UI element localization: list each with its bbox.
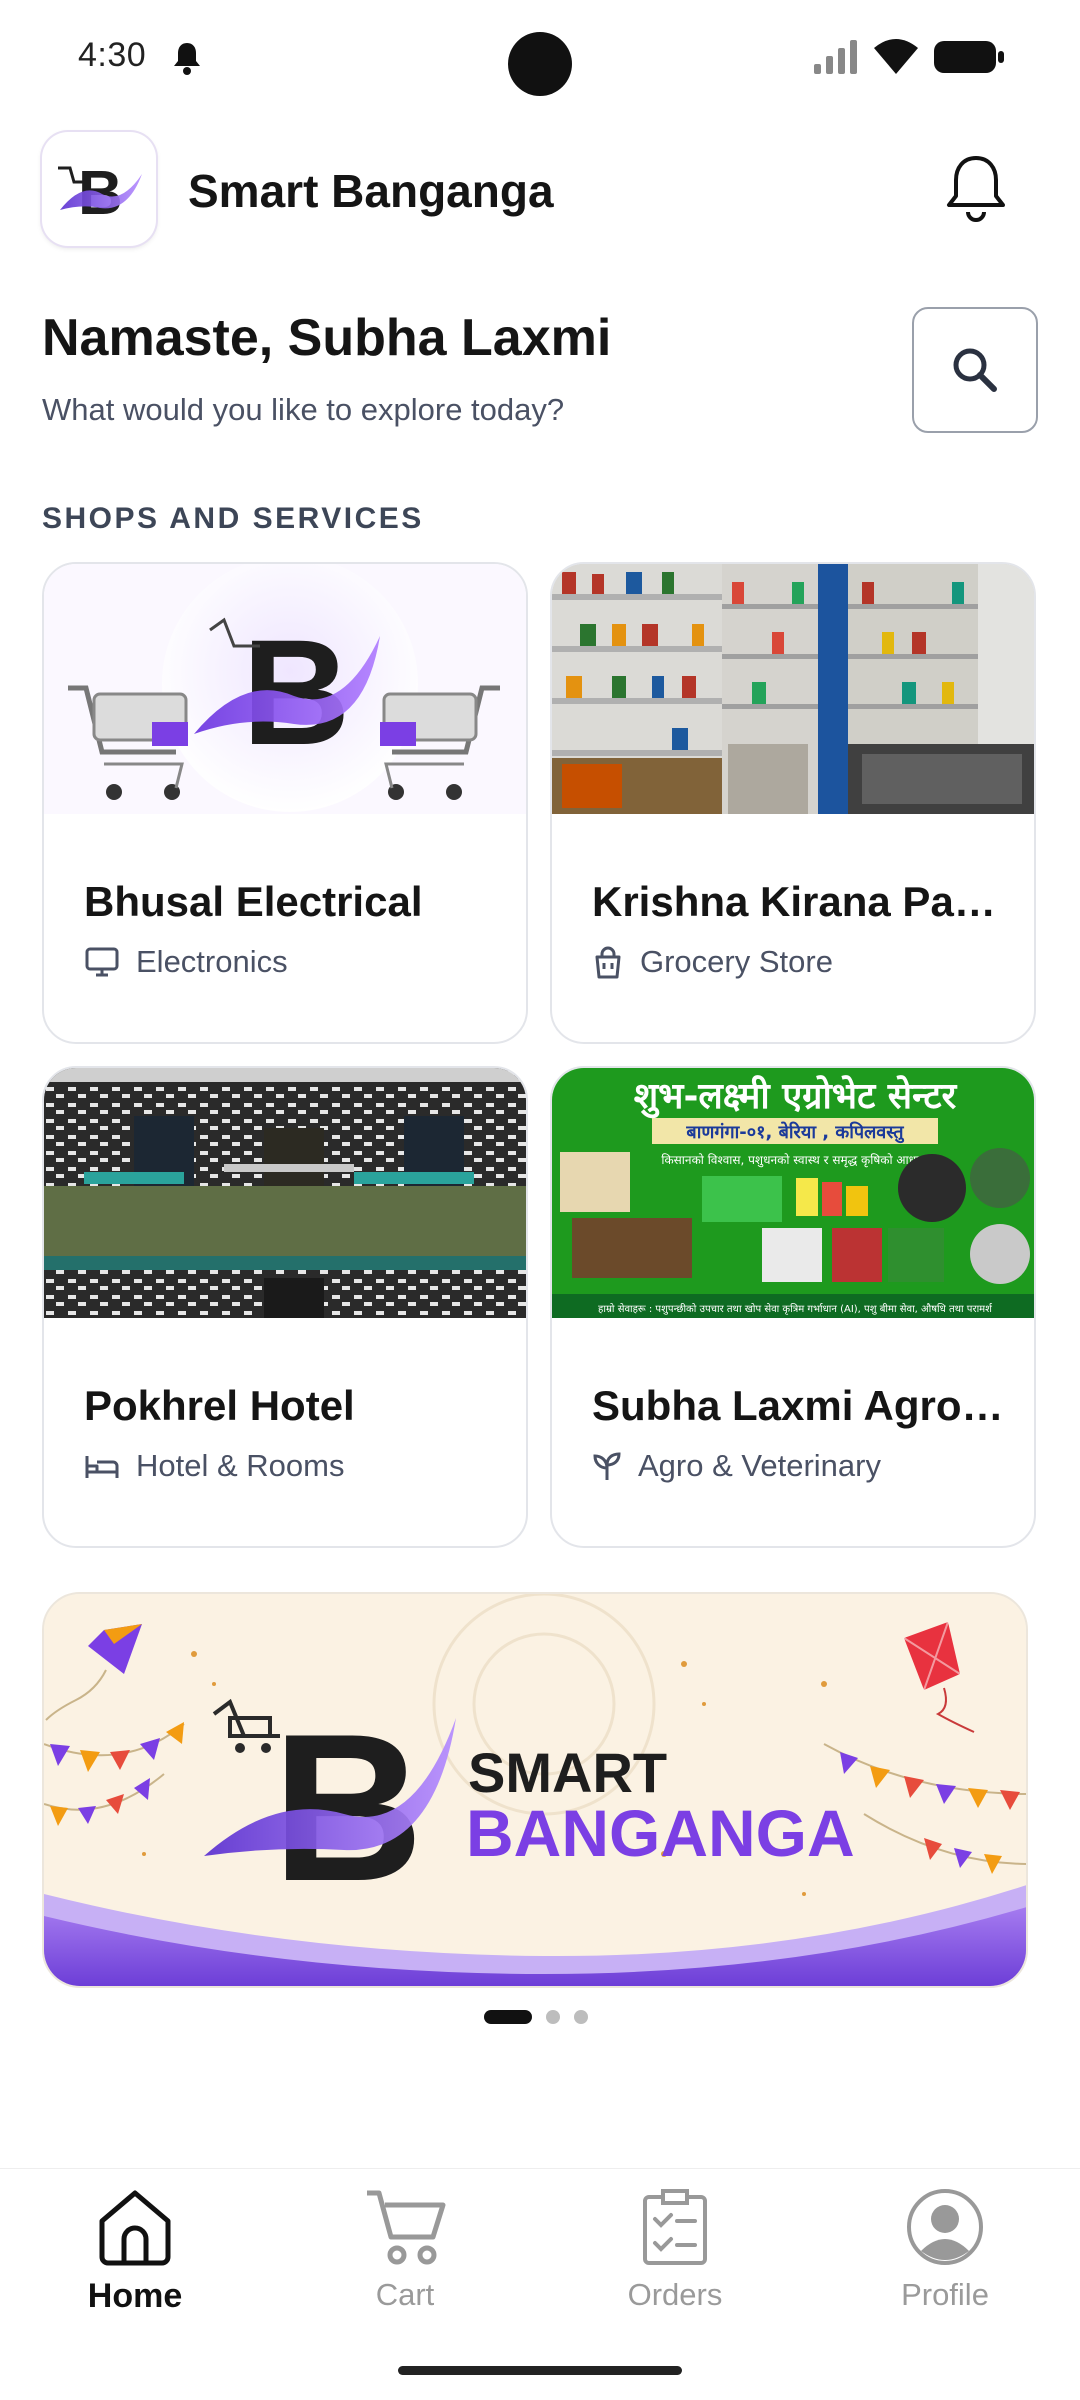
shop-image: शुभ-लक्ष्मी एग्रोभेट सेन्टर बाणगंगा-०१, … bbox=[552, 1068, 1034, 1318]
greeting-subtitle: What would you like to explore today? bbox=[42, 392, 565, 427]
shop-card-krishna-kirana-pasal[interactable]: Krishna Kirana Pasal Grocery Store bbox=[550, 562, 1036, 1044]
section-title: SHOPS AND SERVICES bbox=[42, 502, 424, 535]
shop-name: Pokhrel Hotel bbox=[84, 1382, 355, 1429]
shop-category: Grocery Store bbox=[592, 942, 833, 982]
nav-label: Home bbox=[87, 2277, 183, 2315]
banner-line-1: SMART bbox=[468, 1741, 667, 1804]
nav-label: Profile bbox=[901, 2277, 989, 2312]
shop-card-bhusal-electrical[interactable]: B Bhusal Electrical Electronics bbox=[42, 562, 528, 1044]
sign-title: शुभ-लक्ष्मी एग्रोभेट सेन्टर bbox=[634, 1075, 958, 1119]
shop-category-label: Agro & Veterinary bbox=[638, 1448, 881, 1483]
shop-image bbox=[44, 1068, 526, 1318]
shop-category: Electronics bbox=[84, 942, 288, 982]
app-logo: B bbox=[42, 132, 156, 246]
carousel-dot-active[interactable] bbox=[484, 2010, 532, 2024]
search-button[interactable] bbox=[912, 307, 1038, 433]
notifications-button[interactable] bbox=[942, 150, 1010, 226]
nav-item-orders[interactable]: Orders bbox=[540, 2187, 810, 2337]
clipboard-check-icon bbox=[643, 2189, 707, 2265]
monitor-icon bbox=[85, 947, 119, 977]
nav-item-cart[interactable]: Cart bbox=[270, 2187, 540, 2337]
shop-card-pokhrel-hotel[interactable]: Pokhrel Hotel Hotel & Rooms bbox=[42, 1066, 528, 1548]
home-indicator[interactable] bbox=[398, 2366, 682, 2375]
shop-image: B bbox=[44, 564, 526, 814]
shop-name: Subha Laxmi Agrovet Center bbox=[592, 1382, 1012, 1429]
shop-category: Hotel & Rooms bbox=[84, 1446, 344, 1486]
status-time: 4:30 bbox=[78, 36, 147, 74]
shop-category-label: Electronics bbox=[136, 944, 288, 979]
promo-banner[interactable]: B SMART BANGANGA bbox=[42, 1592, 1028, 1988]
nav-label: Orders bbox=[627, 2277, 723, 2312]
sign-footer: हाम्रो सेवाहरू : पशुपन्छीको उपचार तथा खो… bbox=[598, 1303, 993, 1315]
shop-category: Agro & Veterinary bbox=[592, 1446, 881, 1486]
battery-icon bbox=[934, 41, 1004, 73]
nav-item-profile[interactable]: Profile bbox=[810, 2187, 1080, 2337]
cart-icon bbox=[367, 2190, 446, 2265]
search-icon bbox=[953, 348, 997, 392]
banner-line-2: BANGANGA bbox=[466, 1796, 855, 1870]
sprout-icon bbox=[593, 1452, 621, 1480]
carousel-dot[interactable] bbox=[546, 2010, 560, 2024]
shopping-bag-icon bbox=[595, 946, 621, 979]
sign-tagline: किसानको विश्वास, पशुधनको स्वास्थ र समृद्… bbox=[661, 1153, 928, 1168]
status-bar: 4:30 bbox=[0, 0, 1080, 120]
shop-name: Bhusal Electrical bbox=[84, 878, 423, 925]
user-icon bbox=[907, 2189, 983, 2265]
bed-icon bbox=[85, 1456, 119, 1478]
greeting-title: Namaste, Subha Laxmi bbox=[42, 309, 612, 367]
carousel-dot[interactable] bbox=[574, 2010, 588, 2024]
wifi-icon bbox=[874, 39, 918, 74]
shop-category-label: Grocery Store bbox=[640, 944, 833, 979]
shop-name: Krishna Kirana Pasal bbox=[592, 878, 1012, 925]
sign-address: बाणगंगा-०१, बेरिया , कपिलवस्तु bbox=[685, 1121, 904, 1144]
app-title: Smart Banganga bbox=[188, 165, 554, 217]
front-camera bbox=[508, 32, 572, 96]
shop-category-label: Hotel & Rooms bbox=[136, 1448, 345, 1483]
nav-item-home[interactable]: Home bbox=[0, 2187, 270, 2337]
nav-label: Cart bbox=[375, 2277, 435, 2312]
carousel-indicator bbox=[484, 2010, 588, 2024]
home-icon bbox=[99, 2190, 171, 2266]
notification-bell-status-icon bbox=[174, 43, 200, 75]
bell-icon bbox=[947, 156, 1005, 222]
shop-card-subha-laxmi-agrovet[interactable]: शुभ-लक्ष्मी एग्रोभेट सेन्टर बाणगंगा-०१, … bbox=[550, 1066, 1036, 1548]
shop-image bbox=[552, 564, 1034, 814]
cellular-signal-icon bbox=[814, 40, 857, 74]
